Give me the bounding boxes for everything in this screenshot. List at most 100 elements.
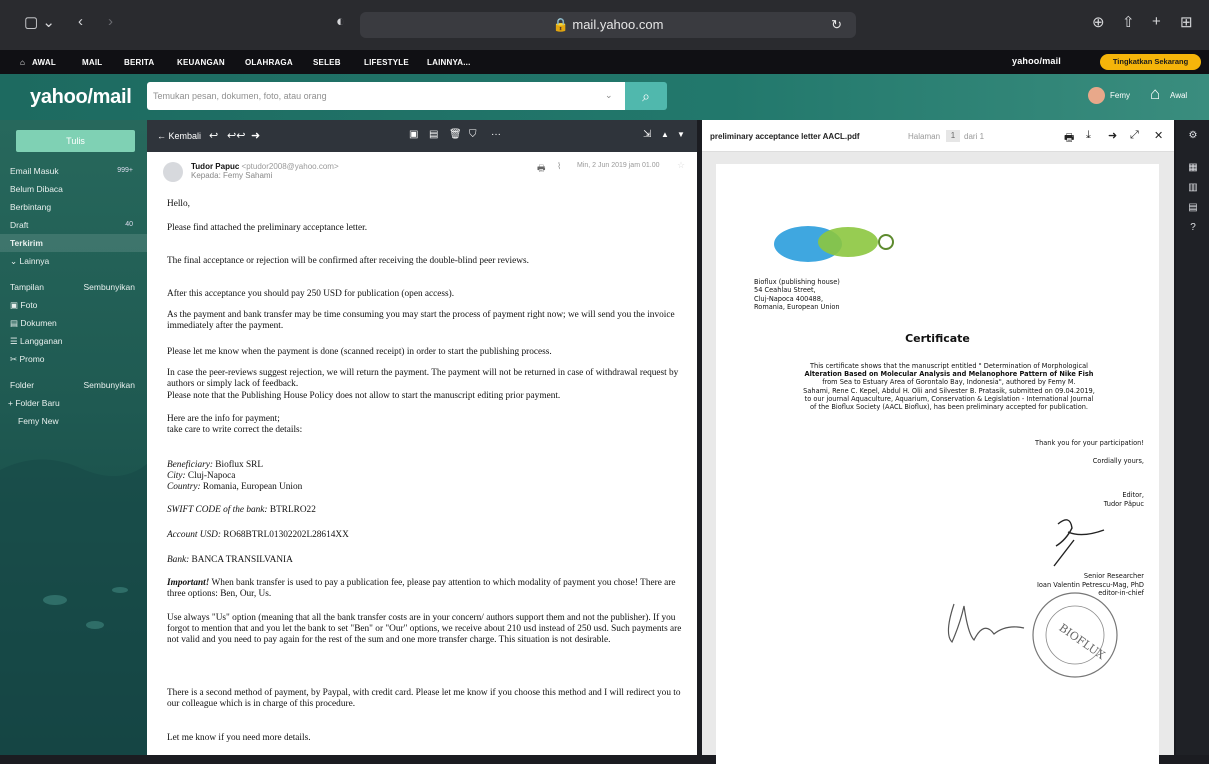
download-icon[interactable]: ⊕ [1092,13,1105,31]
fullscreen-icon[interactable]: ⤢ [1130,129,1139,142]
field-label: Bank: [167,555,190,565]
more-options-icon[interactable]: ··· [491,129,501,140]
sidebar-item-more[interactable]: ⌄ Lainnya [0,252,147,270]
nav-item-lifestyle[interactable]: LIFESTYLE [364,58,409,67]
reload-icon[interactable]: ↻ [831,12,842,38]
delete-icon[interactable]: 🗑 [449,129,462,140]
archive-icon[interactable]: ▣ [409,129,418,140]
yahoo-mail-logo[interactable]: yahoo/mail [30,86,132,109]
home-icon[interactable]: ⌂ [1150,84,1160,104]
nav-item-lainnya[interactable]: LAINNYA... [427,58,471,67]
tab-overview-icon[interactable]: ⊞ [1180,13,1193,31]
subscriptions-icon: ☰ [10,336,20,346]
avatar[interactable] [1088,87,1105,104]
new-folder-link[interactable]: + Folder Baru [0,394,147,412]
sidebar-item-inbox[interactable]: Email Masuk 999+ [0,162,147,180]
star-icon[interactable]: ☆ [677,160,685,171]
back-arrow-icon[interactable]: ‹ [78,13,83,30]
back-button[interactable]: ← Kembali [157,131,201,141]
bioflux-stamp: BIOFLUX [1032,592,1118,678]
body-paragraph: Let me know if you need more details. [167,733,311,743]
prev-message-icon[interactable]: ▲ [661,130,669,139]
cert-line: to our journal Aquaculture, Aquarium, Co… [804,394,1094,403]
url-text: mail.yahoo.com [572,17,664,32]
message-date: Min, 2 Jun 2019 jam 01.00 [577,162,660,169]
page-number-input[interactable]: 1 [946,130,960,142]
calendar-icon[interactable]: ▥ [1187,182,1199,194]
contacts-icon[interactable]: ▦ [1187,162,1199,174]
upgrade-button[interactable]: Tingkatkan Sekarang [1100,54,1201,70]
chief-role: Senior Researcher [1083,572,1144,580]
sender-name[interactable]: Tudor Papuc [191,162,239,171]
sidebar-item-subscriptions[interactable]: ☰ Langganan [0,332,147,350]
folders-toggle-link[interactable]: Sembunyikan [83,376,135,394]
editor-block: Editor, Tudor Păpuc [1104,491,1144,508]
pdf-page: Bioflux (publishing house) 54 Ceahlau St… [716,164,1159,764]
reply-all-icon[interactable]: ↩↩ [227,129,245,142]
country-line: Country: Romania, European Union [167,482,687,493]
sidebar-item-photos[interactable]: ▣ Foto [0,296,147,314]
user-name[interactable]: Femy [1110,91,1130,100]
sender-email[interactable]: <ptudor2008@yahoo.com> [242,162,339,171]
field-label: Account USD: [167,530,221,540]
spam-shield-icon[interactable]: ⛉ [469,129,477,140]
address-bar[interactable]: 🔒 mail.yahoo.com ↻ [360,12,856,38]
close-icon[interactable]: ✕ [1154,129,1163,142]
print-icon[interactable]: 🖶 [537,161,546,177]
search-icon: ⌕ [642,88,650,104]
yahoo-mail-brand[interactable]: yahoo/mail [1012,56,1061,66]
search-button[interactable]: ⌕ [625,82,667,110]
nav-item-olahraga[interactable]: OLAHRAGA [245,58,293,67]
field-label: City: [167,471,186,481]
nav-item-seleb[interactable]: SELEB [313,58,341,67]
sidebar-item-femy-new[interactable]: Femy New [0,412,147,430]
city-line: City: Cluj-Napoca [167,471,687,482]
pdf-viewer-toolbar: preliminary acceptance letter AACL.pdf H… [702,120,1174,152]
compose-button[interactable]: Tulis [16,130,135,152]
chief-signature [947,603,1025,644]
sidebar: Tulis Email Masuk 999+ Belum Dibaca Berbi… [0,120,147,755]
photo-icon: ▣ [10,300,21,310]
shield-icon[interactable]: ◐ [336,13,345,30]
nav-item-awal[interactable]: AWAL [32,58,56,67]
forward-arrow-icon[interactable]: › [108,13,113,30]
nav-home-icon[interactable]: ⌂ [20,58,25,67]
sidebar-item-unread[interactable]: Belum Dibaca [0,180,147,198]
address-line: Cluj-Napoca 400488, [754,294,824,303]
sidebar-item-drafts[interactable]: Draft 40 [0,216,147,234]
expand-icon[interactable]: ⇲ [643,129,651,140]
attachment-icon[interactable]: ⌇ [557,161,561,172]
search-input[interactable]: Temukan pesan, dokumen, foto, atau orang [147,82,625,110]
sidebar-item-sent[interactable]: Terkirim [0,234,147,252]
reply-icon[interactable]: ↩ [209,129,218,142]
search-options-chevron-icon[interactable]: ⌄ [605,90,613,101]
notepad-icon[interactable]: ▤ [1187,202,1199,214]
forward-icon[interactable]: ➜ [1108,129,1117,142]
section-label: Folder [10,380,35,390]
sidebar-item-label: Promo [19,354,45,364]
settings-gear-icon[interactable]: ⚙ [1187,130,1199,142]
sidebar-item-promo[interactable]: ✂ Promo [0,350,147,368]
nav-item-berita[interactable]: BERITA [124,58,154,67]
sidebar-item-documents[interactable]: ▤ Dokumen [0,314,147,332]
field-value: BTRLRO22 [269,505,316,515]
sidebar-toggle-icon[interactable]: ▢ ⌄ [24,13,55,31]
forward-icon[interactable]: ➜ [251,129,260,142]
body-paragraph: After this acceptance you should pay 250… [167,289,455,299]
sidebar-item-starred[interactable]: Berbintang [0,198,147,216]
help-icon[interactable]: ? [1187,222,1199,234]
views-toggle-link[interactable]: Sembunyikan [83,278,135,296]
home-label[interactable]: Awal [1170,91,1187,100]
print-icon[interactable]: 🖶 [1064,129,1074,148]
download-icon[interactable]: ⤓ [1086,129,1091,142]
document-icon: ▤ [10,318,21,328]
body-paragraph: Hello, [167,199,190,209]
share-icon[interactable]: ⇧ [1122,13,1135,31]
important-label: Important! [167,578,210,588]
nav-item-mail[interactable]: MAIL [82,58,102,67]
new-tab-icon[interactable]: + [1152,13,1161,30]
sidebar-folders-header: Folder Sembunyikan [0,376,147,394]
move-icon[interactable]: ▤ [429,129,438,140]
next-message-icon[interactable]: ▼ [677,130,685,139]
nav-item-keuangan[interactable]: KEUANGAN [177,58,225,67]
